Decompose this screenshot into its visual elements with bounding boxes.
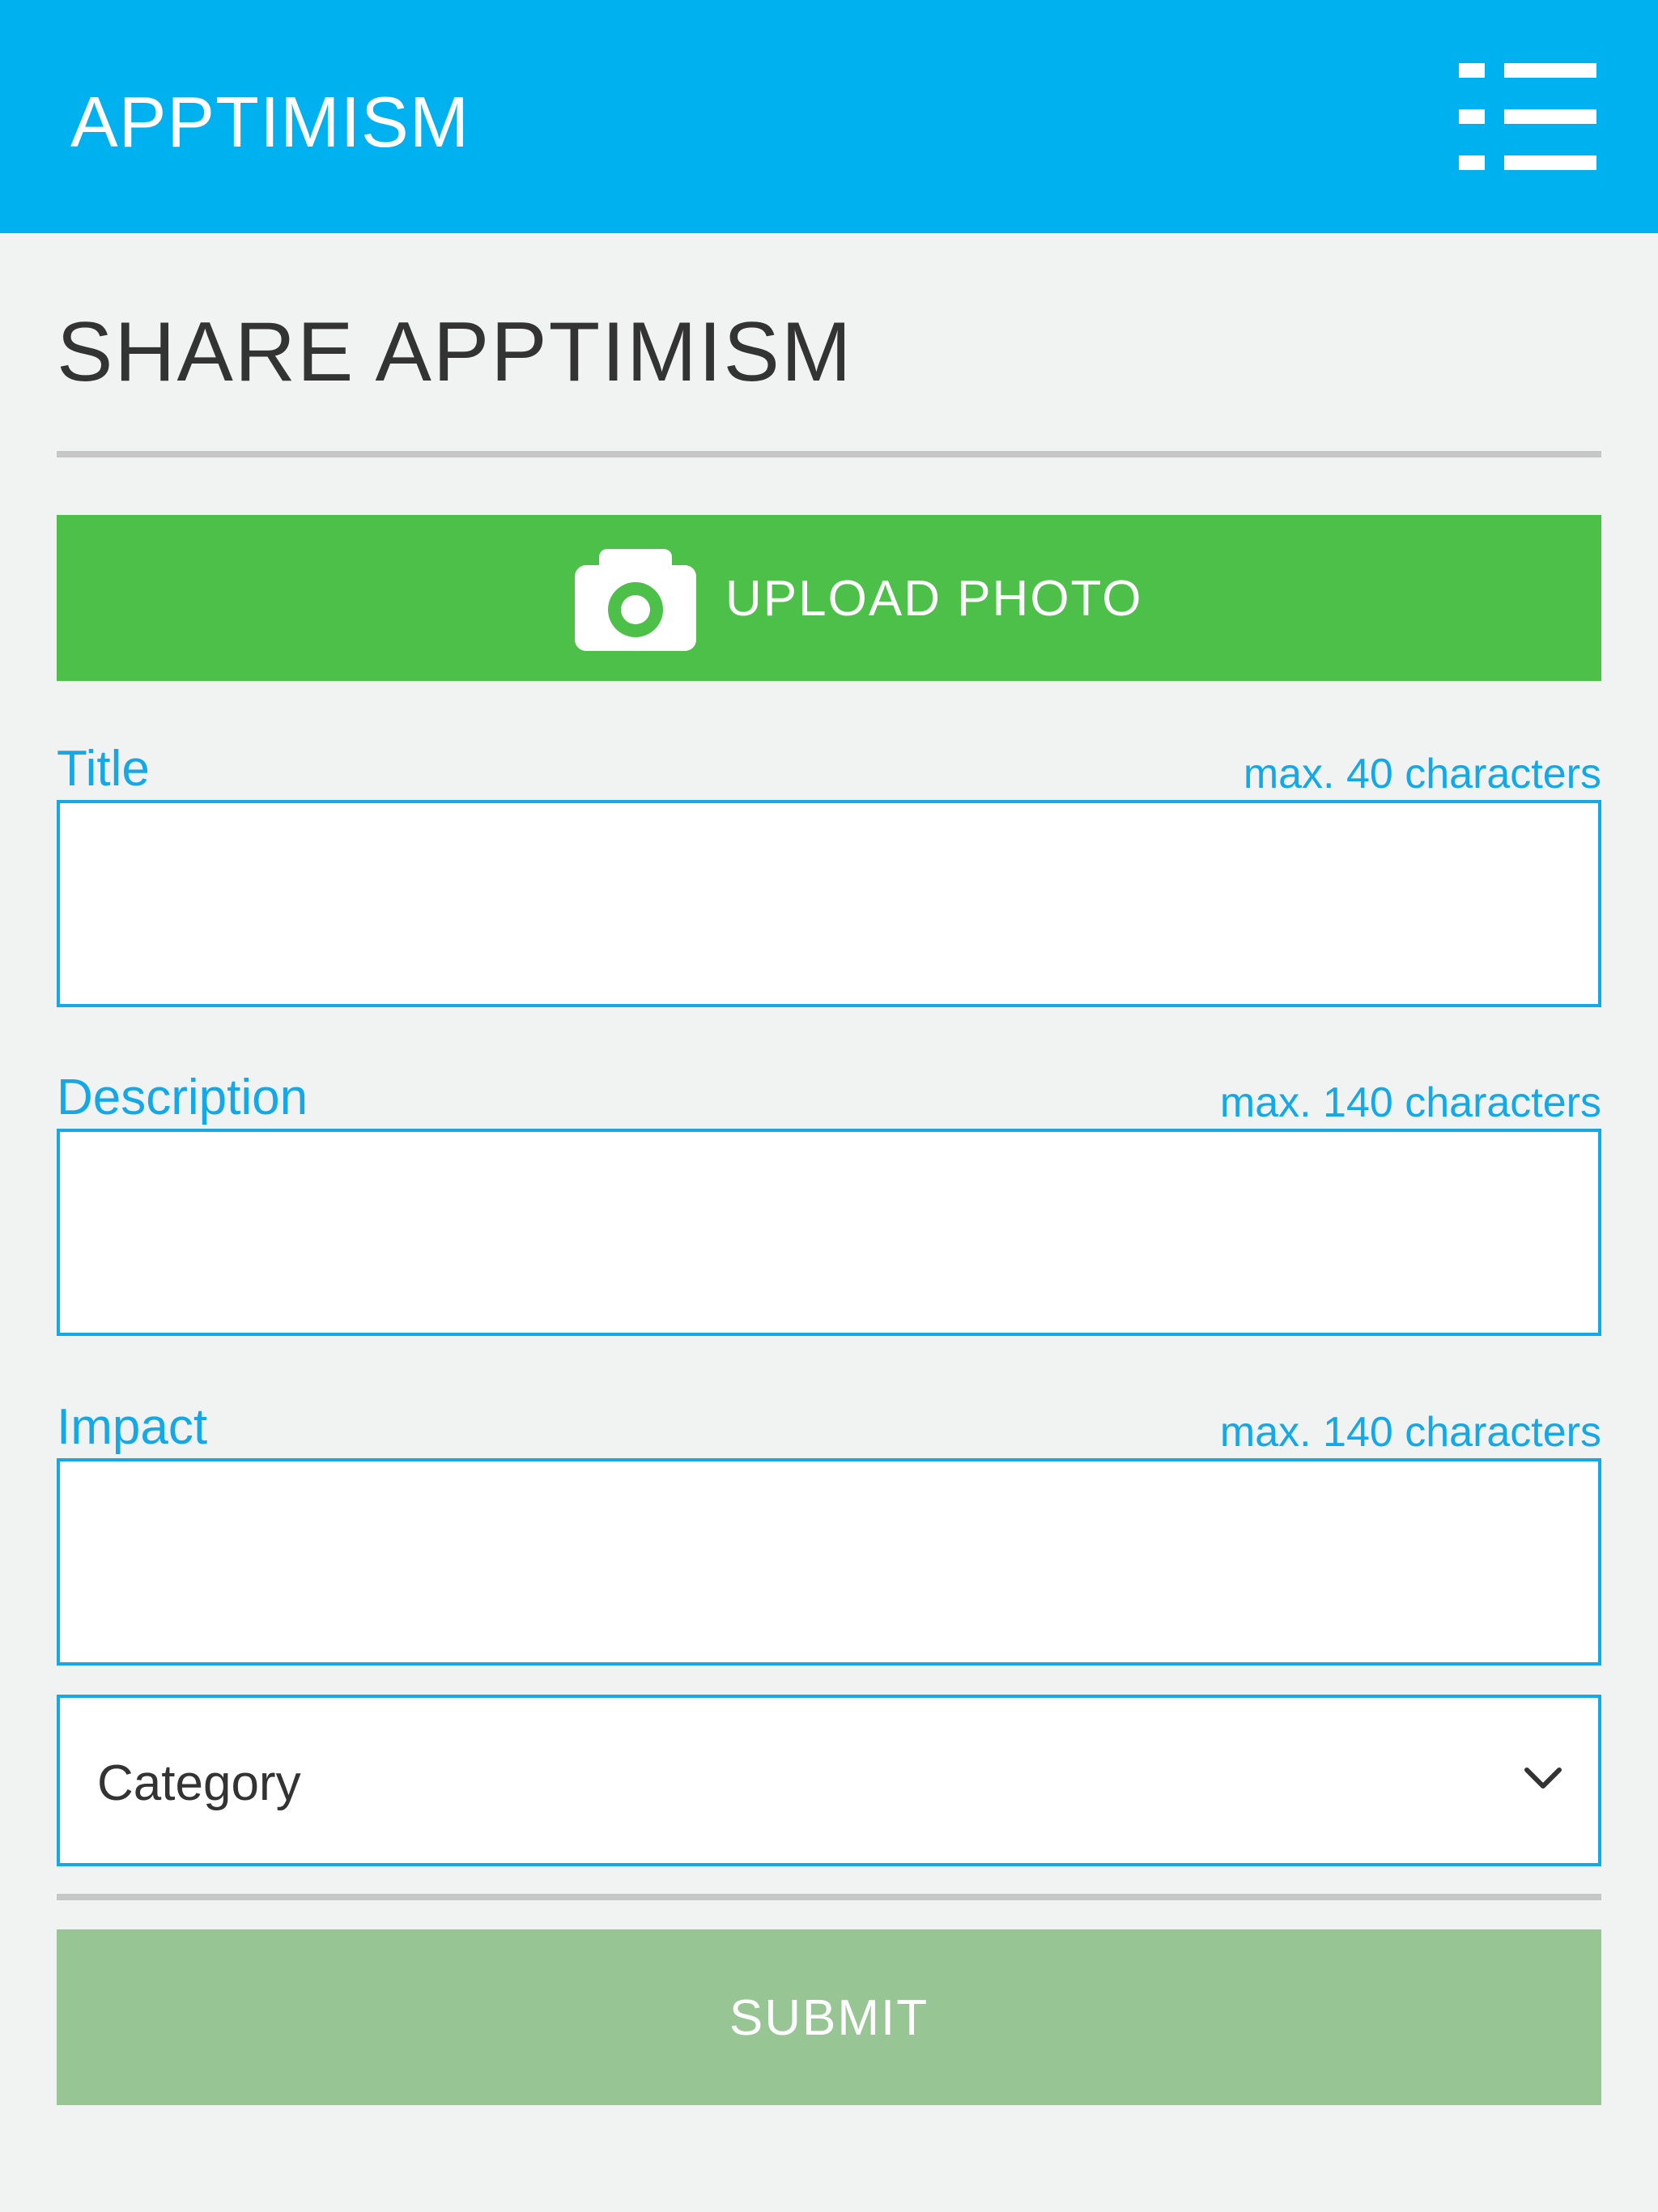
app-header: APPTIMISM bbox=[0, 0, 1658, 233]
upload-photo-button[interactable]: UPLOAD PHOTO bbox=[57, 515, 1601, 681]
impact-hint: max. 140 characters bbox=[1219, 1409, 1601, 1456]
impact-input[interactable] bbox=[57, 1458, 1601, 1665]
chevron-down-icon bbox=[1524, 1767, 1562, 1789]
title-label: Title bbox=[57, 741, 150, 797]
page-title: SHARE APPTIMISM bbox=[57, 305, 853, 399]
category-select[interactable]: Category bbox=[57, 1695, 1601, 1866]
title-hint: max. 40 characters bbox=[1243, 751, 1601, 798]
description-label: Description bbox=[57, 1070, 308, 1125]
camera-icon bbox=[575, 549, 696, 651]
description-hint: max. 140 characters bbox=[1219, 1079, 1601, 1126]
app-brand: APPTIMISM bbox=[70, 82, 470, 162]
submit-label: SUBMIT bbox=[729, 1990, 929, 2046]
category-select-value: Category bbox=[97, 1755, 301, 1811]
upload-photo-label: UPLOAD PHOTO bbox=[725, 571, 1143, 627]
form-divider bbox=[57, 1894, 1601, 1900]
impact-label: Impact bbox=[57, 1399, 208, 1455]
menu-button[interactable] bbox=[1459, 63, 1596, 170]
title-input[interactable] bbox=[57, 800, 1601, 1007]
description-input[interactable] bbox=[57, 1129, 1601, 1336]
title-divider bbox=[57, 451, 1601, 457]
menu-list-icon bbox=[1459, 63, 1485, 78]
submit-button[interactable]: SUBMIT bbox=[57, 1929, 1601, 2105]
